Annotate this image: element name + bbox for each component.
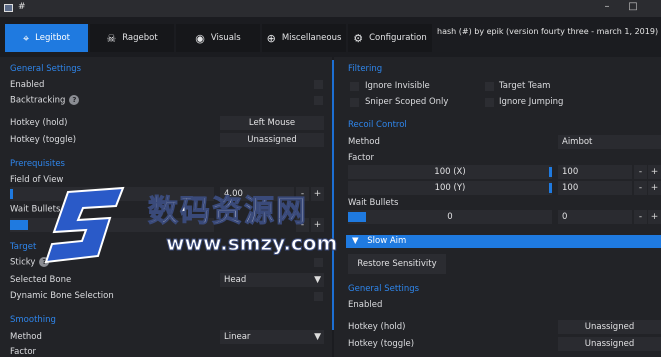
right-hotkey-toggle-button[interactable]: Unassigned bbox=[558, 337, 661, 351]
chevron-down-icon: ▼ bbox=[314, 275, 321, 285]
right-hotkey-toggle-label: Hotkey (toggle) bbox=[348, 339, 415, 349]
recoil-x-minus-button[interactable]: - bbox=[634, 165, 647, 179]
right-hotkey-hold-label: Hotkey (hold) bbox=[348, 322, 406, 332]
tab-label: Ragebot bbox=[122, 33, 158, 43]
section-smoothing: Smoothing bbox=[10, 315, 56, 325]
recoil-wait-plus-button[interactable]: + bbox=[648, 210, 661, 224]
recoil-method-label: Method bbox=[348, 137, 380, 147]
tab-configuration[interactable]: ⚙ Configuration bbox=[348, 24, 432, 52]
section-target: Target bbox=[10, 242, 37, 252]
target-team-checkbox[interactable] bbox=[485, 82, 494, 91]
recoil-wait-bullets-slider[interactable]: 0 bbox=[348, 210, 552, 224]
section-recoil-control: Recoil Control bbox=[348, 120, 407, 130]
ignore-jumping-checkbox[interactable] bbox=[485, 98, 494, 107]
recoil-wait-bullets-label: Wait Bullets bbox=[348, 198, 399, 208]
recoil-y-plus-button[interactable]: + bbox=[648, 181, 661, 195]
dynamic-bone-label: Dynamic Bone Selection bbox=[10, 291, 114, 301]
smoothing-factor-label: Factor bbox=[10, 347, 37, 357]
recoil-wait-bullets-value-field[interactable]: 0 bbox=[558, 210, 632, 224]
panel-divider bbox=[332, 60, 334, 330]
recoil-y-minus-button[interactable]: - bbox=[634, 181, 647, 195]
plus-circle-icon: ⊕ bbox=[266, 31, 276, 45]
sniper-scoped-label: Sniper Scoped Only bbox=[365, 97, 449, 107]
restore-sensitivity-button[interactable]: Restore Sensitivity bbox=[348, 254, 446, 274]
gear-icon: ⚙ bbox=[353, 31, 364, 45]
backtracking-checkbox[interactable] bbox=[314, 96, 323, 105]
tab-ragebot[interactable]: ☠ Ragebot bbox=[90, 24, 174, 52]
app-window-icon bbox=[4, 4, 13, 12]
right-enabled-label: Enabled bbox=[348, 300, 383, 310]
version-text: hash (#) by epik (version fourty three -… bbox=[437, 27, 659, 36]
sniper-scoped-checkbox[interactable] bbox=[350, 98, 359, 107]
recoil-x-value-field[interactable]: 100 bbox=[558, 165, 632, 179]
slow-aim-label: Slow Aim bbox=[367, 236, 407, 246]
section-filtering: Filtering bbox=[348, 64, 383, 74]
tab-legitbot[interactable]: ⌖ Legitbot bbox=[5, 24, 88, 52]
ignore-jumping-label: Ignore Jumping bbox=[499, 97, 564, 107]
recoil-y-slider[interactable]: 100 (Y) bbox=[348, 181, 552, 195]
section-prerequisites: Prerequisites bbox=[10, 159, 65, 169]
eye-icon: ◉ bbox=[195, 31, 205, 45]
slow-aim-header[interactable]: ▼ Slow Aim bbox=[346, 235, 661, 248]
chevron-down-icon: ▼ bbox=[314, 332, 321, 342]
tab-label: Visuals bbox=[210, 33, 241, 43]
watermark-logo: 数码资源网 www.smzy.com bbox=[38, 186, 338, 266]
dynamic-bone-checkbox[interactable] bbox=[314, 292, 323, 301]
recoil-factor-label: Factor bbox=[348, 153, 375, 163]
backtracking-row: Backtracking? bbox=[10, 95, 80, 106]
recoil-x-slider-fill bbox=[549, 167, 552, 177]
tab-label: Configuration bbox=[369, 33, 427, 43]
tab-visuals[interactable]: ◉ Visuals bbox=[176, 24, 260, 52]
recoil-y-slider-value: 100 (Y) bbox=[434, 183, 466, 193]
sticky-label: Sticky bbox=[10, 257, 36, 268]
tab-miscellaneous[interactable]: ⊕ Miscellaneous bbox=[262, 24, 346, 52]
recoil-x-slider[interactable]: 100 (X) bbox=[348, 165, 552, 179]
recoil-y-slider-fill bbox=[549, 183, 552, 193]
title-bar: # – □ bbox=[0, 0, 661, 17]
wait-bullets-slider-fill bbox=[10, 220, 28, 230]
help-icon[interactable]: ? bbox=[69, 95, 80, 105]
section-general-settings-right: General Settings bbox=[348, 284, 420, 294]
selected-bone-dropdown[interactable]: Head ▼ bbox=[220, 273, 324, 287]
selected-bone-value: Head bbox=[224, 275, 247, 285]
window-title: # bbox=[18, 2, 26, 12]
tab-label: Miscellaneous bbox=[281, 33, 342, 43]
smoothing-method-value: Linear bbox=[224, 332, 251, 342]
target-team-label: Target Team bbox=[499, 81, 551, 91]
skull-icon: ☠ bbox=[106, 31, 117, 45]
maximize-button[interactable]: □ bbox=[626, 1, 640, 12]
ignore-invisible-checkbox[interactable] bbox=[350, 82, 359, 91]
recoil-y-value-field[interactable]: 100 bbox=[558, 181, 632, 195]
backtracking-label: Backtracking bbox=[10, 95, 66, 106]
triangle-down-icon: ▼ bbox=[352, 236, 359, 246]
fov-label: Field of View bbox=[10, 175, 64, 185]
smoothing-method-label: Method bbox=[10, 332, 42, 342]
hotkey-toggle-button[interactable]: Unassigned bbox=[220, 133, 324, 147]
hotkey-hold-button[interactable]: Left Mouse bbox=[220, 116, 324, 130]
enabled-label: Enabled bbox=[10, 80, 45, 90]
hotkey-hold-label: Hotkey (hold) bbox=[10, 118, 68, 128]
recoil-method-dropdown[interactable]: Aimbot bbox=[558, 135, 661, 149]
watermark-url: www.smzy.com bbox=[165, 231, 338, 256]
watermark-logo-icon bbox=[44, 186, 125, 264]
recoil-x-slider-value: 100 (X) bbox=[434, 167, 466, 177]
smoothing-method-dropdown[interactable]: Linear ▼ bbox=[220, 330, 324, 344]
section-general-settings: General Settings bbox=[10, 64, 82, 74]
recoil-wait-bullets-slider-value: 0 bbox=[447, 212, 453, 222]
recoil-x-plus-button[interactable]: + bbox=[648, 165, 661, 179]
right-hotkey-hold-button[interactable]: Unassigned bbox=[558, 320, 661, 334]
recoil-method-value: Aimbot bbox=[562, 137, 593, 147]
tab-label: Legitbot bbox=[35, 33, 71, 43]
recoil-wait-minus-button[interactable]: - bbox=[634, 210, 647, 224]
minimize-button[interactable]: – bbox=[600, 1, 614, 12]
selected-bone-label: Selected Bone bbox=[10, 275, 72, 285]
watermark-brand: 数码资源网 bbox=[148, 194, 308, 230]
hotkey-toggle-label: Hotkey (toggle) bbox=[10, 135, 77, 145]
ignore-invisible-label: Ignore Invisible bbox=[365, 81, 430, 91]
enabled-checkbox[interactable] bbox=[314, 80, 323, 89]
crosshair-icon: ⌖ bbox=[22, 31, 30, 45]
